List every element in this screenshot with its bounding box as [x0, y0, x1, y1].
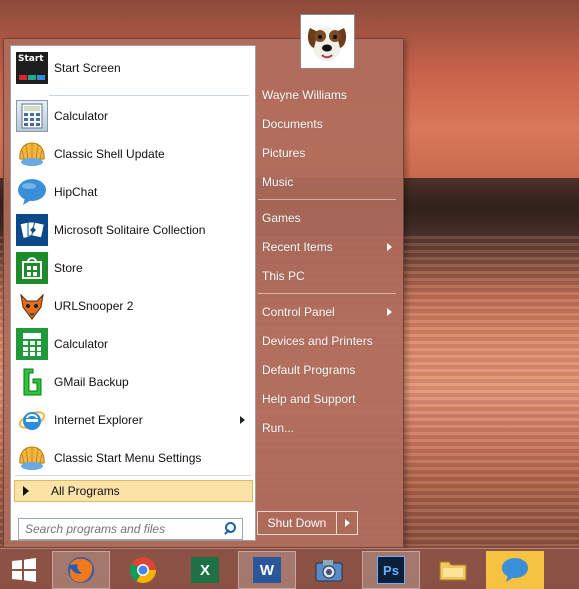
shutdown-button-group: Shut Down [257, 511, 358, 535]
program-gmail-backup[interactable]: GMail Backup [13, 364, 253, 400]
gmail-backup-icon [16, 366, 48, 398]
program-hipchat[interactable]: HipChat [13, 174, 253, 210]
ie-icon [16, 404, 48, 436]
all-programs-button[interactable]: All Programs [14, 480, 253, 502]
shell-icon [16, 138, 48, 170]
divider [15, 475, 251, 476]
firefox-icon [68, 557, 94, 583]
calculator-green-icon [16, 328, 48, 360]
start-screen-icon: Start [16, 52, 48, 84]
menu-item-help-support[interactable]: Help and Support [262, 387, 394, 411]
program-label: GMail Backup [54, 375, 129, 389]
program-label: Classic Start Menu Settings [54, 451, 202, 465]
divider [49, 95, 249, 96]
submenu-arrow-icon [387, 308, 392, 316]
all-programs-label: All Programs [51, 484, 120, 498]
program-label: Internet Explorer [54, 413, 143, 427]
search-field[interactable] [18, 518, 243, 540]
program-label: Calculator [54, 337, 109, 351]
divider [258, 199, 396, 200]
excel-icon: X [191, 557, 219, 583]
taskbar-file-explorer[interactable] [424, 551, 482, 589]
expand-arrow-icon [23, 486, 29, 496]
menu-item-pictures[interactable]: Pictures [262, 141, 394, 165]
shutdown-button[interactable]: Shut Down [258, 512, 337, 534]
taskbar-word[interactable]: W [238, 551, 296, 589]
program-calculator[interactable]: Calculator [13, 98, 253, 134]
camera-icon [315, 560, 343, 582]
menu-item-control-panel[interactable]: Control Panel [262, 300, 394, 324]
menu-item-documents[interactable]: Documents [262, 112, 394, 136]
shutdown-options-button[interactable] [337, 519, 357, 527]
program-label: Store [54, 261, 83, 275]
submenu-arrow-icon [240, 416, 245, 424]
taskbar-photoshop[interactable]: Ps [362, 551, 420, 589]
menu-item-devices-printers[interactable]: Devices and Printers [262, 329, 394, 353]
program-internet-explorer[interactable]: Internet Explorer [13, 402, 253, 438]
taskbar-hipchat[interactable] [486, 551, 544, 589]
program-calculator-2[interactable]: Calculator [13, 326, 253, 362]
solitaire-icon [16, 214, 48, 246]
menu-item-run[interactable]: Run... [262, 416, 394, 440]
menu-item-user[interactable]: Wayne Williams [262, 83, 394, 107]
photoshop-icon: Ps [377, 556, 405, 584]
menu-item-default-programs[interactable]: Default Programs [262, 358, 394, 382]
menu-item-music[interactable]: Music [262, 170, 394, 194]
start-button[interactable] [0, 551, 48, 589]
taskbar-excel[interactable]: X [176, 551, 234, 589]
divider [258, 293, 396, 294]
search-input[interactable] [19, 520, 220, 538]
program-label: Calculator [54, 109, 109, 123]
program-label: Classic Shell Update [54, 147, 165, 161]
shell-icon [16, 442, 48, 474]
program-classic-start-menu-settings[interactable]: Classic Start Menu Settings [13, 440, 253, 476]
hipchat-icon [16, 176, 48, 208]
programs-pane: Start Start Screen Calculator Classic Sh… [10, 45, 256, 541]
taskbar-firefox[interactable] [52, 551, 110, 589]
calculator-icon [16, 100, 48, 132]
program-store[interactable]: Store [13, 250, 253, 286]
menu-item-recent-items[interactable]: Recent Items [262, 235, 394, 259]
submenu-arrow-icon [387, 243, 392, 251]
taskbar-photo-viewer[interactable] [300, 551, 358, 589]
program-urlsnooper[interactable]: URLSnooper 2 [13, 288, 253, 324]
hipchat-icon [502, 558, 528, 582]
taskbar-chrome[interactable] [114, 551, 172, 589]
menu-item-games[interactable]: Games [262, 206, 394, 230]
search-icon[interactable] [220, 520, 238, 538]
program-start-screen[interactable]: Start Start Screen [13, 50, 253, 86]
user-avatar[interactable] [300, 14, 355, 69]
menu-item-this-pc[interactable]: This PC [262, 264, 394, 288]
program-label: Microsoft Solitaire Collection [54, 223, 206, 237]
dog-avatar-icon [304, 18, 351, 65]
folder-icon [439, 561, 467, 581]
chrome-icon [129, 557, 157, 584]
program-label: HipChat [54, 185, 98, 199]
chevron-right-icon [344, 519, 350, 527]
program-label: URLSnooper 2 [54, 299, 134, 313]
taskbar: X W Ps [0, 548, 579, 589]
program-solitaire[interactable]: Microsoft Solitaire Collection [13, 212, 253, 248]
word-icon: W [253, 557, 281, 583]
program-label: Start Screen [54, 61, 121, 75]
program-classic-shell-update[interactable]: Classic Shell Update [13, 136, 253, 172]
fox-icon [16, 290, 48, 322]
windows-logo-icon [12, 558, 36, 582]
store-icon [16, 252, 48, 284]
